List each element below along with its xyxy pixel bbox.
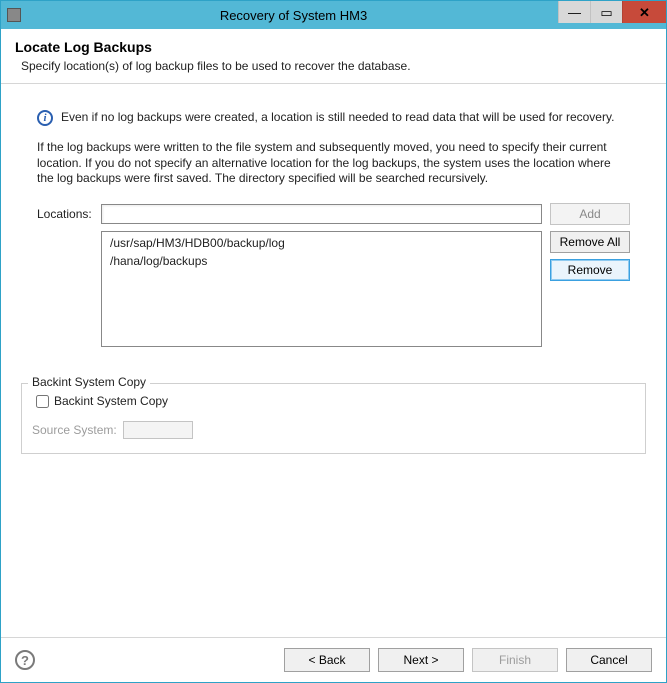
remove-all-button[interactable]: Remove All — [550, 231, 630, 253]
backint-checkbox-row: Backint System Copy — [32, 392, 635, 411]
source-system-input — [123, 421, 193, 439]
description-paragraph: If the log backups were written to the f… — [37, 140, 630, 187]
wizard-header: Locate Log Backups Specify location(s) o… — [1, 29, 666, 84]
locations-list-area: /usr/sap/HM3/HDB00/backup/log /hana/log/… — [101, 231, 630, 347]
list-item[interactable]: /usr/sap/HM3/HDB00/backup/log — [102, 234, 541, 252]
info-icon: i — [37, 110, 53, 126]
locations-listbox[interactable]: /usr/sap/HM3/HDB00/backup/log /hana/log/… — [101, 231, 542, 347]
title-bar: Recovery of System HM3 — ▭ ✕ — [1, 1, 666, 29]
locations-row: Locations: Add — [37, 203, 630, 225]
cancel-button[interactable]: Cancel — [566, 648, 652, 672]
page-title: Locate Log Backups — [15, 39, 652, 55]
list-buttons: Remove All Remove — [550, 231, 630, 347]
minimize-button[interactable]: — — [558, 1, 590, 23]
locations-input[interactable] — [101, 204, 542, 224]
backint-group: Backint System Copy Backint System Copy … — [21, 383, 646, 454]
add-button[interactable]: Add — [550, 203, 630, 225]
window-controls: — ▭ ✕ — [558, 1, 666, 29]
dialog-window: Recovery of System HM3 — ▭ ✕ Locate Log … — [0, 0, 667, 683]
page-subtitle: Specify location(s) of log backup files … — [15, 59, 652, 73]
info-row: i Even if no log backups were created, a… — [37, 110, 630, 126]
help-icon[interactable]: ? — [15, 650, 35, 670]
backint-checkbox-label: Backint System Copy — [54, 394, 168, 408]
source-system-label: Source System: — [32, 423, 117, 437]
window-title: Recovery of System HM3 — [29, 8, 558, 23]
locations-label: Locations: — [37, 207, 101, 221]
app-icon — [7, 8, 21, 22]
list-item[interactable]: /hana/log/backups — [102, 252, 541, 270]
remove-button[interactable]: Remove — [550, 259, 630, 281]
backint-checkbox[interactable] — [36, 395, 49, 408]
back-button[interactable]: < Back — [284, 648, 370, 672]
backint-group-label: Backint System Copy — [28, 375, 150, 389]
info-text: Even if no log backups were created, a l… — [61, 110, 614, 124]
source-system-row: Source System: — [32, 421, 635, 439]
next-button[interactable]: Next > — [378, 648, 464, 672]
wizard-body: i Even if no log backups were created, a… — [1, 84, 666, 637]
finish-button[interactable]: Finish — [472, 648, 558, 672]
maximize-button[interactable]: ▭ — [590, 1, 622, 23]
close-button[interactable]: ✕ — [622, 1, 666, 23]
wizard-footer: ? < Back Next > Finish Cancel — [1, 637, 666, 682]
